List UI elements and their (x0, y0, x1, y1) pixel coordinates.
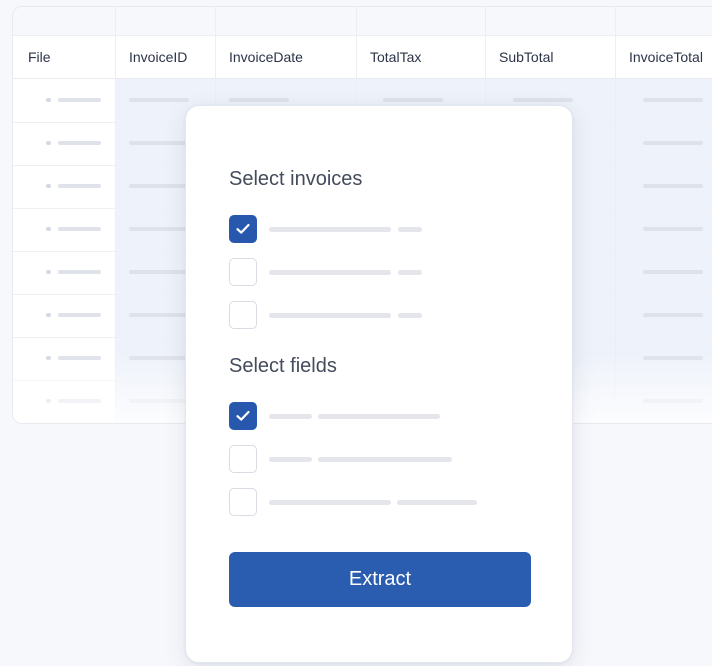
invoice-option-1[interactable] (229, 215, 529, 243)
check-icon (236, 410, 250, 421)
column-header-subtotal[interactable]: SubTotal (499, 36, 553, 78)
cell-placeholder (129, 98, 189, 102)
field-option-3[interactable] (229, 488, 529, 516)
invoice-meta-placeholder (398, 313, 422, 318)
cell-placeholder (46, 227, 51, 231)
invoice-checkbox-1[interactable] (229, 215, 257, 243)
invoice-checkbox-3[interactable] (229, 301, 257, 329)
check-icon (236, 223, 250, 234)
field-checkbox-2[interactable] (229, 445, 257, 473)
cell-placeholder (383, 98, 443, 102)
cell-placeholder (643, 98, 703, 102)
invoice-name-placeholder (269, 270, 391, 275)
field-option-2[interactable] (229, 445, 529, 473)
cell-placeholder (58, 184, 101, 188)
cell-placeholder (46, 270, 51, 274)
field-checkbox-3[interactable] (229, 488, 257, 516)
table-header-row (13, 36, 712, 79)
column-header-file[interactable]: File (28, 36, 51, 78)
column-header-invoice-date[interactable]: InvoiceDate (229, 36, 303, 78)
field-name-placeholder (318, 457, 452, 462)
invoice-meta-placeholder (398, 227, 422, 232)
select-fields-heading: Select fields (229, 355, 337, 377)
cell-placeholder (513, 98, 573, 102)
cell-placeholder (46, 184, 51, 188)
column-header-total-tax[interactable]: TotalTax (370, 36, 421, 78)
invoice-option-2[interactable] (229, 258, 529, 286)
table-top-strip (13, 7, 712, 36)
cell-placeholder (643, 184, 703, 188)
cell-placeholder (229, 98, 289, 102)
extract-dialog: Select invoices Select fields Extract (185, 105, 573, 663)
cell-placeholder (58, 270, 101, 274)
field-tag-placeholder (269, 457, 312, 462)
cell-placeholder (129, 313, 189, 317)
field-option-1[interactable] (229, 402, 529, 430)
cell-placeholder (643, 227, 703, 231)
invoice-option-3[interactable] (229, 301, 529, 329)
field-name-placeholder (318, 414, 440, 419)
select-invoices-heading: Select invoices (229, 168, 363, 190)
cell-placeholder (129, 270, 189, 274)
invoice-meta-placeholder (398, 270, 422, 275)
invoice-checkbox-2[interactable] (229, 258, 257, 286)
field-checkbox-1[interactable] (229, 402, 257, 430)
invoice-name-placeholder (269, 313, 391, 318)
field-name-placeholder (397, 500, 477, 505)
invoice-name-placeholder (269, 227, 391, 232)
cell-placeholder (58, 141, 101, 145)
cell-placeholder (58, 313, 101, 317)
cell-placeholder (129, 141, 189, 145)
extract-button[interactable]: Extract (229, 552, 531, 607)
cell-placeholder (58, 227, 101, 231)
column-header-invoice-id[interactable]: InvoiceID (129, 36, 187, 78)
column-header-invoice-total[interactable]: InvoiceTotal (629, 36, 703, 78)
cell-placeholder (129, 227, 189, 231)
field-tag-placeholder (269, 414, 312, 419)
cell-placeholder (58, 98, 101, 102)
cell-placeholder (643, 141, 703, 145)
cell-placeholder (643, 313, 703, 317)
cell-placeholder (46, 141, 51, 145)
cell-placeholder (129, 184, 189, 188)
field-tag-placeholder (269, 500, 391, 505)
cell-placeholder (46, 98, 51, 102)
cell-placeholder (46, 313, 51, 317)
cell-placeholder (643, 270, 703, 274)
